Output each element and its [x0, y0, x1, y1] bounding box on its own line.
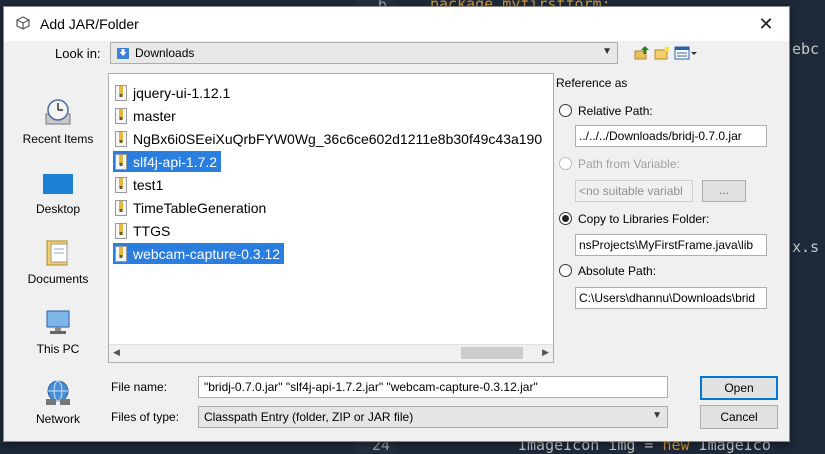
- path-from-variable-radio[interactable]: [559, 157, 572, 170]
- copy-to-libraries-radio[interactable]: [559, 212, 572, 225]
- reference-panel: Reference as Relative Path: ../../../Dow…: [556, 74, 778, 319]
- file-list[interactable]: jquery-ui-1.12.1 master NgBx6i0SEeiXuQrb…: [108, 73, 554, 363]
- file-name: test1: [133, 176, 164, 193]
- new-folder-icon: [654, 46, 670, 60]
- view-menu-button[interactable]: [673, 44, 699, 62]
- archive-icon: [115, 84, 127, 101]
- libraries-folder-field[interactable]: nsProjects\MyFirstFrame.java\lib: [575, 234, 767, 256]
- archive-icon: [115, 199, 127, 216]
- downloads-folder-icon: [117, 48, 129, 59]
- place-label: This PC: [36, 342, 80, 356]
- list-item[interactable]: jquery-ui-1.12.1: [113, 82, 234, 103]
- place-label: Recent Items: [22, 132, 94, 146]
- look-in-dropdown[interactable]: Downloads ▼: [110, 42, 618, 64]
- open-button[interactable]: Open: [700, 376, 778, 400]
- absolute-path-label: Absolute Path:: [578, 264, 657, 278]
- up-folder-icon: [634, 46, 649, 60]
- archive-icon: [115, 153, 127, 170]
- places-bar: Recent Items Desktop Documents This PC N…: [14, 76, 102, 426]
- file-type-value: Classpath Entry (folder, ZIP or JAR file…: [204, 410, 414, 424]
- file-name: NgBx6i0SEeiXuQrbFYW0Wg_36c6ce602d1211e8b…: [133, 130, 543, 147]
- place-network[interactable]: Network: [14, 370, 102, 432]
- file-name: TimeTableGeneration: [133, 199, 267, 216]
- archive-icon: [115, 130, 127, 147]
- file-name: master: [133, 107, 176, 124]
- absolute-path-field[interactable]: C:\Users\dhannu\Downloads\brid: [575, 287, 767, 309]
- horizontal-scrollbar[interactable]: ◀ ▶: [109, 344, 553, 362]
- place-recent-items[interactable]: Recent Items: [14, 90, 102, 152]
- chevron-down-icon: ▼: [602, 46, 612, 57]
- list-item[interactable]: test1: [113, 174, 167, 195]
- up-one-level-button[interactable]: [633, 44, 651, 62]
- list-item[interactable]: TTGS: [113, 220, 174, 241]
- list-item[interactable]: master: [113, 105, 180, 126]
- file-name: jquery-ui-1.12.1: [133, 84, 231, 101]
- this-pc-icon: [46, 310, 70, 334]
- variable-field: <no suitable variabl: [575, 180, 693, 202]
- browse-variable-button[interactable]: ...: [702, 180, 746, 202]
- code-fragment: ebc: [792, 40, 820, 58]
- place-desktop[interactable]: Desktop: [14, 160, 102, 222]
- list-item[interactable]: NgBx6i0SEeiXuQrbFYW0Wg_36c6ce602d1211e8b…: [113, 128, 546, 149]
- file-name-input[interactable]: "bridj-0.7.0.jar" "slf4j-api-1.7.2.jar" …: [198, 376, 668, 398]
- desktop-icon: [43, 174, 73, 194]
- close-icon: ✕: [758, 13, 774, 34]
- close-button[interactable]: ✕: [743, 7, 789, 41]
- file-name: TTGS: [133, 222, 171, 239]
- file-name: slf4j-api-1.7.2: [133, 153, 218, 170]
- archive-icon: [115, 245, 127, 262]
- copy-to-libraries-label: Copy to Libraries Folder:: [578, 212, 710, 226]
- cancel-button[interactable]: Cancel: [700, 405, 778, 429]
- code-fragment: x.s: [792, 238, 820, 256]
- dialog-title: Add JAR/Folder: [40, 16, 139, 32]
- look-in-label: Look in:: [55, 46, 101, 61]
- archive-icon: [115, 222, 127, 239]
- documents-icon: [46, 240, 68, 266]
- scroll-left-icon[interactable]: ◀: [113, 347, 120, 358]
- list-item-selected[interactable]: slf4j-api-1.7.2: [111, 150, 223, 173]
- place-this-pc[interactable]: This PC: [14, 300, 102, 362]
- file-name-label: File name:: [111, 380, 168, 394]
- relative-path-radio[interactable]: [559, 104, 572, 117]
- scrollbar-thumb[interactable]: [461, 347, 523, 359]
- path-from-variable-label: Path from Variable:: [578, 157, 680, 171]
- place-label: Documents: [27, 272, 89, 286]
- place-documents[interactable]: Documents: [14, 230, 102, 292]
- reference-header: Reference as: [556, 76, 628, 90]
- list-item[interactable]: TimeTableGeneration: [113, 197, 270, 218]
- list-item-selected[interactable]: webcam-capture-0.3.12: [111, 242, 286, 265]
- title-bar: Add JAR/Folder ✕: [4, 7, 789, 41]
- absolute-path-radio[interactable]: [559, 264, 572, 277]
- network-icon: [46, 380, 70, 405]
- file-name: webcam-capture-0.3.12: [133, 245, 281, 262]
- file-type-label: Files of type:: [111, 410, 180, 424]
- file-type-dropdown[interactable]: Classpath Entry (folder, ZIP or JAR file…: [198, 406, 668, 428]
- relative-path-label: Relative Path:: [578, 104, 653, 118]
- app-icon: [16, 16, 30, 30]
- place-label: Network: [35, 412, 80, 426]
- scroll-right-icon[interactable]: ▶: [542, 347, 549, 358]
- archive-icon: [115, 176, 127, 193]
- recent-items-icon: [45, 99, 71, 125]
- relative-path-field[interactable]: ../../../Downloads/bridj-0.7.0.jar: [575, 125, 767, 147]
- chevron-down-icon: ▼: [652, 410, 662, 421]
- create-new-folder-button[interactable]: [653, 44, 671, 62]
- list-view-icon: [674, 46, 697, 60]
- place-label: Desktop: [35, 202, 81, 216]
- look-in-value: Downloads: [135, 46, 195, 60]
- archive-icon: [115, 107, 127, 124]
